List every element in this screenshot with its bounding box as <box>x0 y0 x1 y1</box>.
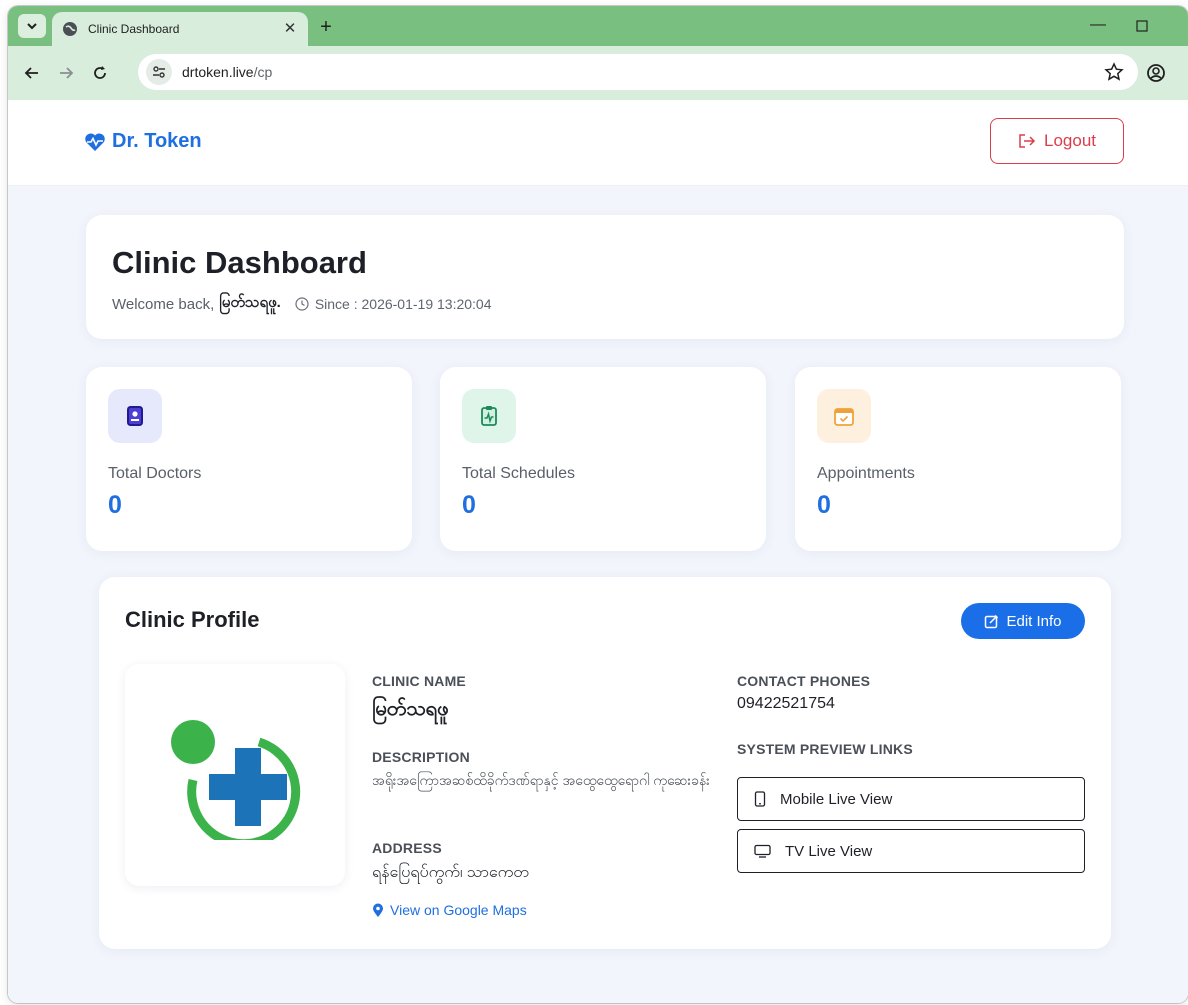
since-info: Since : 2026-01-19 13:20:04 <box>295 296 492 312</box>
profile-title: Clinic Profile <box>125 607 260 632</box>
user-name: မြတ်သရဖူ. <box>219 294 281 311</box>
greeting: Welcome back, <box>112 295 215 313</box>
close-tab-icon[interactable]: ✕ <box>282 21 298 37</box>
bookmark-star-icon[interactable] <box>1104 62 1124 82</box>
clinic-name-label: CLINIC NAME <box>372 673 466 689</box>
mobile-live-view-button[interactable]: Mobile Live View <box>737 777 1085 821</box>
stat-label: Total Schedules <box>462 465 575 482</box>
clinic-logo <box>125 664 345 886</box>
url-text: drtoken.live/cp <box>182 64 272 80</box>
stat-label: Appointments <box>817 465 915 482</box>
maps-link-text: View on Google Maps <box>390 902 527 918</box>
since-text: Since : 2026-01-19 13:20:04 <box>314 296 492 312</box>
clipboard-pulse-icon <box>462 389 516 443</box>
url-path: /cp <box>253 64 273 80</box>
reload-icon[interactable] <box>90 63 110 83</box>
contact-phones-label: CONTACT PHONES <box>737 673 871 689</box>
tab-clinic-dashboard[interactable]: Clinic Dashboard ✕ <box>52 12 308 46</box>
edit-label: Edit Info <box>1006 612 1062 630</box>
welcome-line: Welcome back, မြတ်သရဖူ. Since : 2026-01-… <box>112 293 492 315</box>
site-settings-icon[interactable] <box>146 59 172 85</box>
stat-value: 0 <box>817 491 831 519</box>
clinic-name: မြတ်သရဖူ <box>372 698 449 720</box>
browser-window: Clinic Dashboard ✕ + — drtoken.live/cp D… <box>8 6 1188 1003</box>
chevron-down-icon <box>27 23 37 30</box>
tv-view-label: TV Live View <box>785 842 873 860</box>
maximize-icon[interactable] <box>1132 16 1152 36</box>
stat-label: Total Doctors <box>108 465 202 482</box>
edit-info-button[interactable]: Edit Info <box>961 603 1085 639</box>
back-icon[interactable] <box>22 63 42 83</box>
page-title: Clinic Dashboard <box>112 245 367 280</box>
mobile-phone-icon <box>754 791 766 807</box>
medical-cross-logo <box>171 720 301 840</box>
stat-card-appointments: Appointments 0 <box>795 367 1121 551</box>
clock-icon <box>295 297 309 311</box>
url-host: drtoken.live <box>182 64 254 80</box>
logout-button[interactable]: Logout <box>990 118 1124 164</box>
globe-icon <box>63 22 77 36</box>
stat-value: 0 <box>108 491 122 519</box>
clinic-description: အရိုးအကြောအဆစ်ထိခိုက်ဒဏ်ရာနှင့် အထွေထွေရ… <box>372 772 710 788</box>
browser-toolbar: drtoken.live/cp <box>8 46 1188 100</box>
address-label: ADDRESS <box>372 840 442 856</box>
app-header: Dr. Token Logout <box>8 100 1188 186</box>
tab-search-button[interactable] <box>18 14 46 38</box>
address-bar[interactable]: drtoken.live/cp <box>138 54 1138 90</box>
tab-title: Clinic Dashboard <box>88 22 180 36</box>
mobile-view-label: Mobile Live View <box>780 790 893 808</box>
minimize-icon[interactable]: — <box>1088 16 1108 36</box>
edit-icon <box>985 614 999 628</box>
contact-phone: 09422521754 <box>737 695 835 712</box>
clinic-address: ရန်ပြေရပ်ကွက်၊ သာကေတ <box>372 864 529 881</box>
stat-card-doctors: Total Doctors 0 <box>86 367 412 551</box>
brand-name: Dr. Token <box>112 130 202 152</box>
doctor-badge-icon <box>108 389 162 443</box>
calendar-check-icon <box>817 389 871 443</box>
google-maps-link[interactable]: View on Google Maps <box>372 902 527 918</box>
clinic-profile-card: Clinic Profile Edit Info CLINIC NAME မြတ… <box>99 577 1111 949</box>
preview-links-label: SYSTEM PREVIEW LINKS <box>737 741 913 757</box>
stat-card-schedules: Total Schedules 0 <box>440 367 766 551</box>
map-pin-icon <box>373 903 383 917</box>
new-tab-button[interactable]: + <box>314 16 338 38</box>
tab-strip: Clinic Dashboard ✕ + — <box>8 6 1188 46</box>
brand[interactable]: Dr. Token <box>84 130 202 153</box>
logout-label: Logout <box>1044 131 1096 150</box>
description-label: DESCRIPTION <box>372 749 470 765</box>
tv-icon <box>754 844 771 858</box>
logout-icon <box>1019 134 1036 148</box>
profile-icon[interactable] <box>1146 63 1166 83</box>
welcome-card: Clinic Dashboard Welcome back, မြတ်သရဖူ.… <box>86 215 1124 339</box>
forward-icon[interactable] <box>56 63 76 83</box>
page-content: Dr. Token Logout Clinic Dashboard Welcom… <box>8 100 1188 1003</box>
heart-pulse-icon <box>85 132 105 151</box>
tv-live-view-button[interactable]: TV Live View <box>737 829 1085 873</box>
stat-value: 0 <box>462 491 476 519</box>
